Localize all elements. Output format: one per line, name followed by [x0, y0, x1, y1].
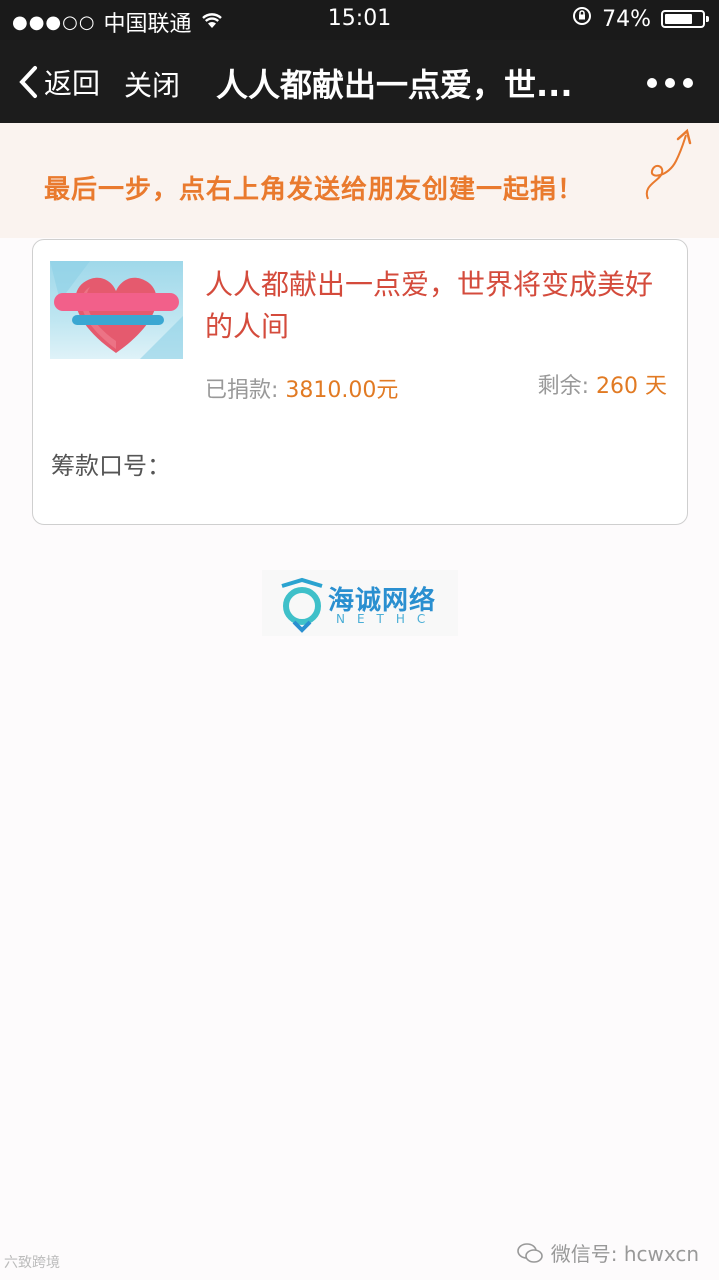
chevron-left-icon	[19, 66, 37, 98]
page-title: 人人都献出一点爱，世...	[216, 66, 573, 104]
remaining-days: 剩余: 260 天	[538, 368, 667, 400]
watermark-left: 六致跨境	[4, 1255, 60, 1271]
status-bar: ●●●○○ 中国联通 15:01 74%	[0, 0, 719, 40]
battery-percent: 74%	[602, 6, 651, 32]
more-dot-icon	[647, 78, 657, 88]
close-button[interactable]: 关闭	[124, 64, 180, 104]
raised-amount: 已捐款: 3810.00元	[205, 372, 398, 404]
campaign-image[interactable]	[50, 261, 183, 359]
nav-bar: 返回 关闭 人人都献出一点爱，世...	[0, 40, 719, 123]
nethc-logo: 海诚网络 NETHC	[262, 570, 458, 636]
more-dot-icon	[665, 78, 675, 88]
campaign-card[interactable]: 人人都献出一点爱，世界将变成美好的人间 已捐款: 3810.00元 剩余: 26…	[32, 239, 688, 525]
wechat-id: 微信号: hcwxcn	[550, 1242, 699, 1266]
battery-fill	[665, 14, 692, 24]
more-options-button[interactable]	[647, 78, 693, 88]
battery-icon	[661, 10, 709, 28]
heart-image-icon	[50, 261, 183, 359]
arrow-up-right-icon	[645, 128, 692, 200]
wechat-icon	[516, 1242, 543, 1263]
rotation-lock-icon	[572, 6, 592, 32]
fundraising-slogan-label: 筹款口号：	[51, 452, 171, 480]
campaign-title[interactable]: 人人都献出一点爱，世界将变成美好的人间	[205, 264, 675, 348]
more-dot-icon	[683, 78, 693, 88]
back-button[interactable]: 返回	[18, 62, 100, 102]
share-hint-text: 最后一步，点右上角发送给朋友创建一起捐！	[44, 175, 585, 205]
remain-value: 260 天	[596, 374, 667, 399]
watermark-right: 微信号: hcwxcn	[516, 1238, 699, 1267]
logo-text-en: NETHC	[336, 612, 438, 626]
back-label: 返回	[44, 67, 101, 100]
share-hint-banner: 最后一步，点右上角发送给朋友创建一起捐！	[0, 123, 719, 238]
status-right-group: 74%	[572, 6, 709, 32]
raised-label: 已捐款:	[205, 378, 286, 403]
nethc-logo-icon	[281, 577, 323, 633]
raised-value: 3810.00元	[285, 378, 399, 403]
remain-label: 剩余:	[537, 374, 596, 399]
